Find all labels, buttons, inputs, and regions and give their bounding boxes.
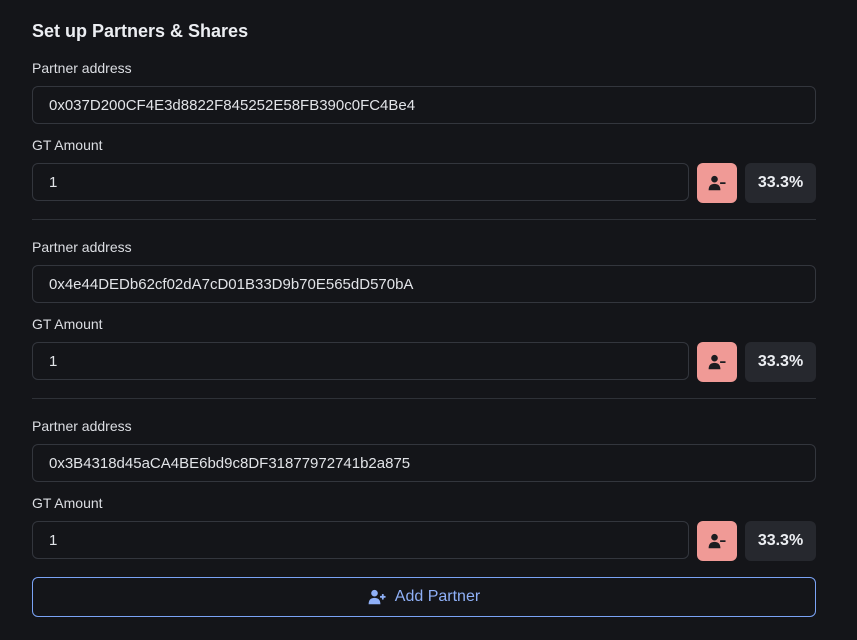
- partner-address-label: Partner address: [32, 60, 132, 76]
- partner-address-input[interactable]: [32, 86, 816, 124]
- add-partner-label: Add Partner: [394, 588, 481, 605]
- partner-group-2: Partner address GT Amount 33.3%: [32, 179, 816, 382]
- gt-amount-label: GT Amount: [32, 495, 103, 511]
- partner-group-1: Partner address GT Amount 33.3%: [32, 0, 816, 203]
- partner-address-input[interactable]: [32, 265, 816, 303]
- gt-amount-label: GT Amount: [32, 137, 103, 153]
- partner-address-label: Partner address: [32, 239, 132, 255]
- partner-address-input[interactable]: [32, 444, 816, 482]
- user-plus-icon: [368, 589, 386, 605]
- partner-group-3: Partner address GT Amount 33.3%: [32, 358, 816, 561]
- share-badge: 33.3%: [745, 521, 816, 561]
- partner-address-label: Partner address: [32, 418, 132, 434]
- gt-amount-input[interactable]: [32, 521, 689, 559]
- remove-partner-button[interactable]: [697, 521, 737, 561]
- add-partner-button[interactable]: Add Partner: [32, 577, 816, 617]
- user-minus-icon: [708, 533, 726, 549]
- gt-amount-label: GT Amount: [32, 316, 103, 332]
